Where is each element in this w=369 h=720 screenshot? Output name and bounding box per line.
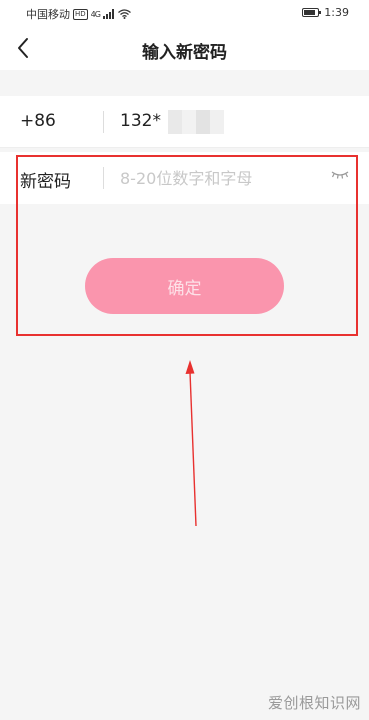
country-code: +86 [20,111,56,131]
phone-number: 132* [120,111,161,131]
section-gap [0,70,369,96]
watermark: 爱创根知识网 [268,694,362,712]
row-divider [103,167,104,189]
carrier-name: 中国移动 [26,8,70,21]
annotation-arrow-icon [185,360,197,527]
new-password-input[interactable] [120,164,320,192]
status-time: 1:39 [324,6,349,19]
privacy-mask [168,110,224,134]
password-row: 新密码 [0,152,369,204]
status-bar: 中国移动 HD 4G 1:39 [0,0,369,26]
status-left: 中国移动 HD 4G [26,6,131,22]
hd-badge: HD [73,8,88,20]
row-divider [103,111,104,133]
password-label: 新密码 [20,172,71,192]
status-right: 1:39 [302,6,349,19]
wifi-icon [118,9,131,19]
network-type: 4G [90,9,101,19]
battery-icon [302,8,322,17]
signal-icon [102,9,114,19]
eye-closed-icon[interactable] [330,169,350,181]
title-bar: 输入新密码 [0,26,369,70]
confirm-button[interactable]: 确定 [85,258,284,314]
phone-row: +86 132* [0,96,369,148]
page-title: 输入新密码 [142,43,227,63]
